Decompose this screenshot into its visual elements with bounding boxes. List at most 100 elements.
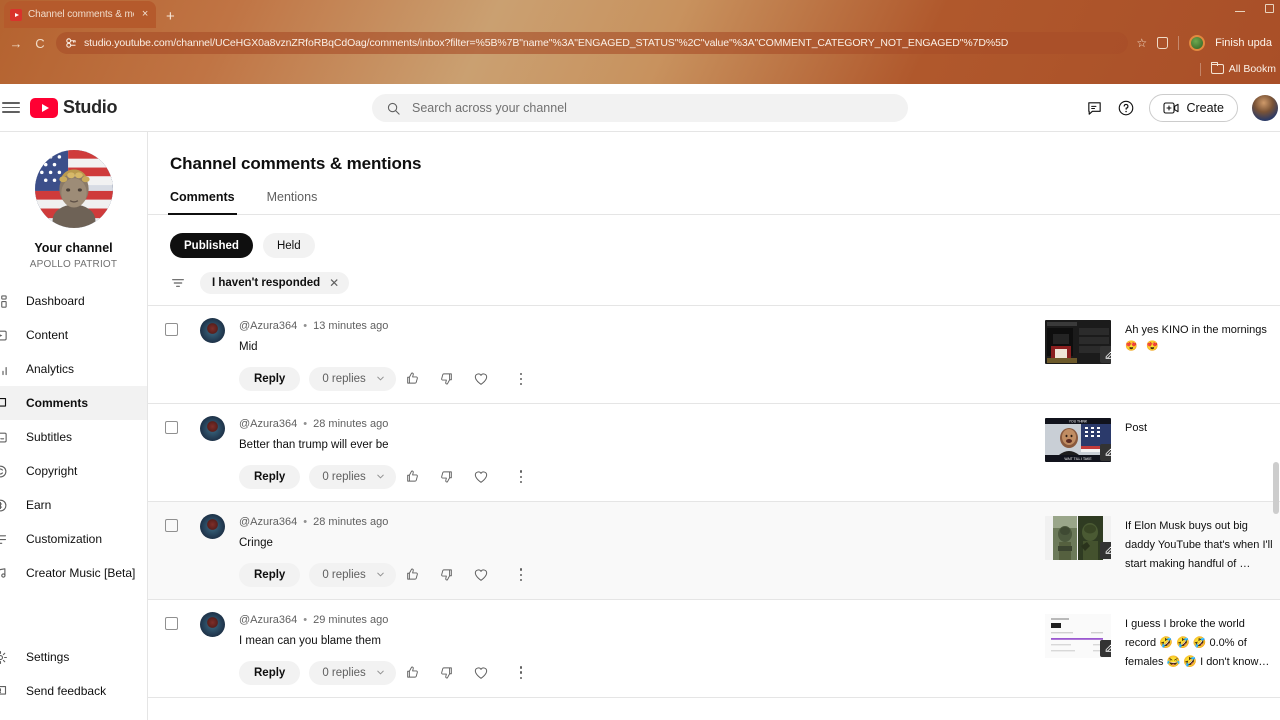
table-row[interactable]: @Azura364 • 29 minutes ago I mean can yo… (148, 600, 1280, 698)
comment-video[interactable]: YOU THINK WAIT TILL I TAKE Post (1045, 417, 1280, 462)
table-row[interactable]: @Azura364 • 13 minutes ago Mid Reply 0 r… (148, 306, 1280, 404)
comment-video[interactable]: Ah yes KINO in the mornings 😍 😍 (1045, 320, 1280, 364)
feedback-icon[interactable] (1086, 100, 1103, 117)
comment-video[interactable]: I guess I broke the world record 🤣 🤣 🤣 0… (1045, 613, 1280, 671)
sidebar-item-comments[interactable]: Comments (0, 386, 147, 420)
tab-comments[interactable]: Comments (168, 190, 245, 215)
edit-video-icon[interactable] (1100, 541, 1111, 559)
thumbs-down-icon[interactable] (430, 661, 464, 685)
sidebar-item-subtitles[interactable]: Subtitles (0, 420, 147, 454)
tab-mentions[interactable]: Mentions (267, 190, 328, 214)
maximize-icon[interactable] (1265, 4, 1274, 13)
all-bookmarks-label: All Bookm (1228, 63, 1276, 75)
table-row[interactable]: @Azura364 • 28 minutes ago Cringe Reply … (148, 501, 1280, 600)
chip-published[interactable]: Published (170, 233, 253, 258)
row-checkbox[interactable] (165, 518, 178, 532)
comment-time: 28 minutes ago (313, 515, 389, 528)
sidebar-item-dashboard[interactable]: Dashboard (0, 284, 147, 318)
sidebar-item-settings[interactable]: Settings (0, 640, 147, 674)
sidebar-item-content[interactable]: Content (0, 318, 147, 352)
channel-block[interactable]: Your channel APOLLO PATRIOT (0, 132, 147, 284)
thumbs-down-icon[interactable] (430, 563, 464, 587)
browser-tab[interactable]: Channel comments & mention × (4, 1, 156, 28)
comment-author[interactable]: @Azura364 (239, 516, 297, 528)
sidebar-item-copyright[interactable]: Copyright (0, 454, 147, 488)
comment-actions: Reply 0 replies (239, 366, 1045, 391)
edit-video-icon[interactable] (1100, 346, 1111, 363)
menu-icon[interactable] (2, 102, 20, 113)
edit-video-icon[interactable] (1100, 443, 1111, 461)
reply-button[interactable]: Reply (239, 562, 301, 587)
replies-toggle[interactable]: 0 replies (309, 464, 396, 489)
thumbs-up-icon[interactable] (396, 661, 430, 685)
forward-icon[interactable]: → (8, 36, 24, 51)
comments-icon (0, 393, 10, 413)
sidebar-item-creator-music[interactable]: Creator Music [Beta] (0, 556, 147, 590)
more-vertical-icon[interactable] (506, 661, 536, 685)
comment-actions: Reply 0 replies (239, 660, 1045, 685)
heart-icon[interactable] (464, 465, 498, 489)
new-tab-button[interactable]: + (166, 9, 175, 24)
scrollbar-thumb[interactable] (1273, 462, 1279, 514)
comment-author[interactable]: @Azura364 (239, 418, 297, 430)
replies-toggle[interactable]: 0 replies (309, 660, 396, 685)
main-content: Channel comments & mentions Comments Men… (148, 132, 1280, 720)
search-input[interactable]: Search across your channel (372, 94, 908, 122)
address-bar[interactable]: studio.youtube.com/channel/UCeHGX0a8vznZ… (56, 32, 1129, 54)
row-checkbox[interactable] (165, 420, 178, 434)
sidebar-item-earn[interactable]: Earn (0, 488, 147, 522)
reply-button[interactable]: Reply (239, 660, 301, 685)
reply-button[interactable]: Reply (239, 464, 301, 489)
comment-author[interactable]: @Azura364 (239, 614, 297, 626)
heart-icon[interactable] (464, 367, 498, 391)
browser-profile-avatar[interactable] (1189, 35, 1206, 51)
thumbs-up-icon[interactable] (396, 367, 430, 391)
sidebar-item-customization[interactable]: Customization (0, 522, 147, 556)
all-bookmarks-button[interactable]: All Bookm (1210, 61, 1276, 75)
studio-logo[interactable]: Studio (30, 97, 117, 118)
comment-text: I mean can you blame them (239, 634, 381, 647)
thumbs-down-icon[interactable] (430, 367, 464, 391)
comment-actions: Reply 0 replies (239, 562, 1045, 587)
filter-icon[interactable] (170, 275, 186, 291)
row-checkbox[interactable] (165, 323, 178, 336)
chip-held[interactable]: Held (262, 233, 315, 258)
heart-icon[interactable] (464, 563, 498, 587)
account-avatar[interactable] (1252, 95, 1278, 121)
reload-icon[interactable]: C (32, 36, 48, 51)
heart-icon[interactable] (464, 661, 498, 685)
thumbs-down-icon[interactable] (430, 465, 464, 489)
table-row[interactable]: @Azura364 • 28 minutes ago Better than t… (148, 404, 1280, 502)
sidebar-item-analytics[interactable]: Analytics (0, 352, 147, 386)
sidebar-item-send-feedback[interactable]: Send feedback (0, 674, 147, 708)
video-title: Post (1125, 421, 1148, 434)
bookmark-star-icon[interactable]: ☆ (1136, 36, 1147, 50)
more-vertical-icon[interactable] (506, 563, 536, 587)
earn-icon (0, 495, 10, 515)
separator: • (303, 417, 308, 430)
minimize-icon[interactable] (1235, 11, 1245, 12)
comment-video[interactable]: If Elon Musk buys out big daddy YouTube … (1045, 515, 1280, 573)
analytics-icon (0, 359, 10, 379)
create-button[interactable]: Create (1149, 94, 1238, 122)
thumbs-up-icon[interactable] (396, 465, 430, 489)
finish-update-button[interactable]: Finish upda (1215, 37, 1272, 49)
row-checkbox[interactable] (165, 616, 178, 630)
active-filter-chip[interactable]: I haven't responded ✕ (200, 272, 350, 294)
edit-video-icon[interactable] (1100, 639, 1111, 657)
close-icon[interactable]: × (140, 9, 150, 20)
more-vertical-icon[interactable] (506, 367, 536, 391)
create-label: Create (1186, 101, 1224, 115)
close-icon[interactable]: ✕ (329, 277, 339, 289)
comment-body: @Azura364 • 28 minutes ago Cringe Reply … (225, 516, 1045, 587)
replies-toggle[interactable]: 0 replies (309, 562, 396, 587)
comment-time: 28 minutes ago (313, 417, 389, 430)
thumbs-up-icon[interactable] (396, 563, 430, 587)
extensions-icon[interactable] (1157, 37, 1169, 49)
replies-toggle[interactable]: 0 replies (309, 366, 396, 391)
comment-author[interactable]: @Azura364 (239, 320, 297, 332)
separator: • (303, 613, 308, 626)
reply-button[interactable]: Reply (239, 366, 301, 391)
more-vertical-icon[interactable] (506, 465, 536, 489)
help-icon[interactable] (1117, 99, 1135, 117)
